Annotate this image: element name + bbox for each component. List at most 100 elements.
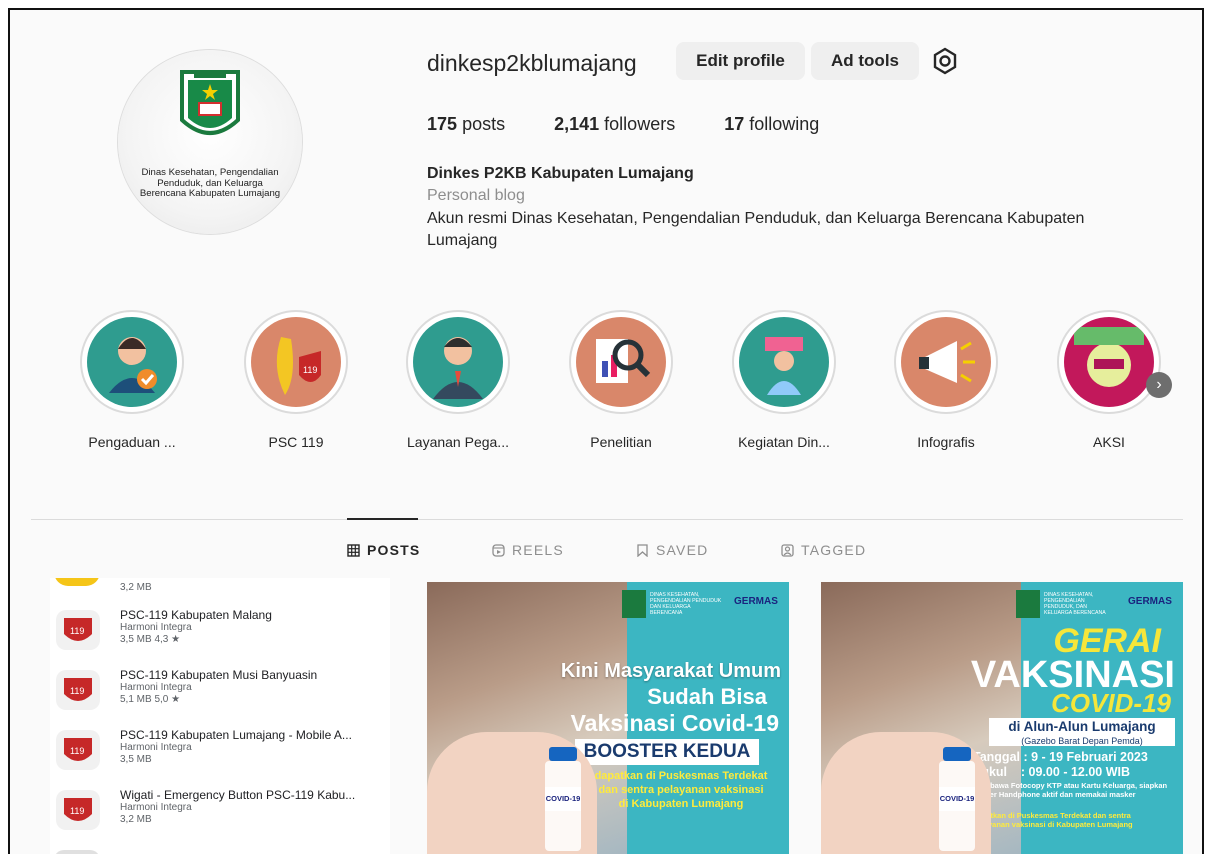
app-meta: 3,5 MB <box>120 754 152 765</box>
tab-label: POSTS <box>367 542 421 558</box>
grid-icon <box>347 543 360 557</box>
poster-icon <box>1064 317 1154 407</box>
followers-stat[interactable]: 2,141 followers <box>554 114 675 134</box>
sign-holder-icon <box>739 317 829 407</box>
highlight-label: Penelitian <box>590 434 652 450</box>
posts-count: 175 <box>427 114 458 134</box>
highlight-pengaduan[interactable]: Pengaduan ... <box>78 310 186 450</box>
reels-icon <box>492 543 505 557</box>
regency-emblem-icon <box>180 70 240 135</box>
app-developer: Harmoni Integra <box>120 802 192 813</box>
following-count: 17 <box>724 114 745 134</box>
post-text-7: di Kabupaten Lumajang <box>618 798 744 810</box>
app-meta: 5,1 MB 5,0 ★ <box>120 694 181 705</box>
post-org-name: DINAS KESEHATAN, PENGENDALIAN PENDUDUK, … <box>1044 592 1106 616</box>
regency-emblem-icon <box>1016 590 1040 618</box>
app-meta: 3,2 MB <box>120 814 152 825</box>
post-availability: dapatkan di Puskesmas Terdekat dan sentr… <box>973 811 1133 829</box>
highlight-label: AKSI <box>1093 434 1125 450</box>
highlight-label: PSC 119 <box>268 434 324 450</box>
profile-avatar[interactable]: Dinas Kesehatan, Pengendalian Penduduk, … <box>118 50 302 234</box>
profile-page: Dinas Kesehatan, Pengendalian Penduduk, … <box>8 8 1204 854</box>
chevron-right-icon[interactable]: › <box>1146 372 1172 398</box>
posts-stat[interactable]: 175 posts <box>427 114 505 134</box>
profile-category: Personal blog <box>427 187 525 204</box>
highlight-label: Infografis <box>917 434 975 450</box>
post-time: Pukul : 09.00 - 12.00 WIB <box>973 765 1131 779</box>
post-requirements: Membawa Fotocopy KTP atau Kartu Keluarga… <box>973 781 1168 799</box>
highlight-label: Pengaduan ... <box>88 434 176 450</box>
app-meta: 3,5 MB 4,3 ★ <box>120 634 181 645</box>
app-title: Wigati - Emergency Button PSC-119 Kabu..… <box>120 788 356 802</box>
profile-stats: 175 posts 2,141 followers 17 following <box>427 114 863 135</box>
svg-text:119: 119 <box>70 626 84 636</box>
svg-text:119: 119 <box>70 806 84 816</box>
tag-icon <box>781 543 794 557</box>
research-magnifier-icon <box>576 317 666 407</box>
tab-posts[interactable]: POSTS <box>347 542 420 558</box>
avatar-caption: Dinas Kesehatan, Pengendalian Penduduk, … <box>139 167 281 199</box>
vial-label: COVID-19 <box>545 787 581 811</box>
profile-full-name: Dinkes P2KB Kabupaten Lumajang <box>427 165 694 182</box>
highlight-label: Kegiatan Din... <box>738 434 830 450</box>
active-tab-indicator <box>347 518 418 520</box>
highlight-psc-119[interactable]: 119 PSC 119 <box>242 310 350 450</box>
support-agent-icon <box>87 317 177 407</box>
post-headline-3: Vaksinasi Covid-19 <box>570 710 779 736</box>
regency-emblem-icon <box>622 590 646 618</box>
svg-text:119: 119 <box>303 365 317 375</box>
ad-tools-button[interactable]: Ad tools <box>811 42 919 80</box>
post-app-list[interactable]: 3,2 MB 119 PSC-119 Kabupaten Malang Harm… <box>50 578 390 854</box>
svg-text:119: 119 <box>70 746 84 756</box>
psc-119-app-icon: 119 <box>56 730 100 770</box>
psc-119-app-icon: 119 <box>56 790 100 830</box>
app-developer: Harmoni Integra <box>120 682 192 693</box>
post-location-detail: (Gazebo Barat Depan Pemda) <box>989 736 1175 746</box>
post-header: DINAS KESEHATAN, PENGENDALIAN PENDUDUK D… <box>622 588 787 622</box>
post-text-6: dan sentra pelayanan vaksinasi <box>598 784 764 796</box>
app-title: PSC-119 Kabupaten Malang <box>120 608 272 622</box>
highlight-kegiatan[interactable]: Kegiatan Din... <box>730 310 838 450</box>
post-headline-2: Sudah Bisa <box>647 684 767 709</box>
tab-saved[interactable]: SAVED <box>636 542 708 558</box>
post-location-banner: di Alun-Alun Lumajang <box>989 718 1175 736</box>
following-label: following <box>749 114 820 134</box>
post-headline-3: COVID-19 <box>1051 688 1171 718</box>
app-developer: Harmoni Integra <box>120 622 192 633</box>
tabs-divider <box>31 519 1183 520</box>
posts-label: posts <box>462 114 506 134</box>
psc-119-app-icon: 119 <box>56 670 100 710</box>
tab-label: TAGGED <box>801 542 867 558</box>
post-header: DINAS KESEHATAN, PENGENDALIAN PENDUDUK, … <box>1016 588 1181 622</box>
highlight-layanan[interactable]: Layanan Pega... <box>404 310 512 450</box>
businessman-icon <box>413 317 503 407</box>
vaccine-vial-icon: COVID-19 <box>929 747 985 854</box>
tab-tagged[interactable]: TAGGED <box>781 542 866 558</box>
psc-119-app-icon: 119 <box>56 610 100 650</box>
germas-logo: GERMAS <box>1128 596 1172 607</box>
post-text-5: dapatkan di Puskesmas Terdekat <box>594 770 768 782</box>
edit-profile-button[interactable]: Edit profile <box>676 42 805 80</box>
highlight-label: Layanan Pega... <box>407 434 509 450</box>
tab-label: SAVED <box>656 542 709 558</box>
highlight-infografis[interactable]: Infografis <box>892 310 1000 450</box>
post-booster-vaccination[interactable]: DINAS KESEHATAN, PENGENDALIAN PENDUDUK D… <box>427 582 789 854</box>
banana-mascot-icon: 119 <box>251 317 341 407</box>
app-icon <box>54 850 100 854</box>
post-date: Tanggal : 9 - 19 Februari 2023 <box>973 750 1148 764</box>
megaphone-icon <box>901 317 991 407</box>
profile-bio: Akun resmi Dinas Kesehatan, Pengendalian… <box>427 210 1085 249</box>
app-title: PSC-119 Kabupaten Musi Banyuasin <box>120 668 318 682</box>
post-gerai-vaksinasi[interactable]: DINAS KESEHATAN, PENGENDALIAN PENDUDUK, … <box>821 582 1183 854</box>
highlight-penelitian[interactable]: Penelitian <box>567 310 675 450</box>
post-org-name: DINAS KESEHATAN, PENGENDALIAN PENDUDUK D… <box>650 592 722 616</box>
post-booster-banner: BOOSTER KEDUA <box>575 739 759 765</box>
tab-label: REELS <box>512 542 564 558</box>
following-stat[interactable]: 17 following <box>724 114 819 134</box>
bookmark-icon <box>637 543 648 557</box>
settings-gear-icon[interactable] <box>931 47 959 75</box>
app-icon <box>54 578 100 586</box>
app-developer: Harmoni Integra <box>120 742 192 753</box>
tab-reels[interactable]: REELS <box>492 542 564 558</box>
vaccine-vial-icon: COVID-19 <box>535 747 591 854</box>
